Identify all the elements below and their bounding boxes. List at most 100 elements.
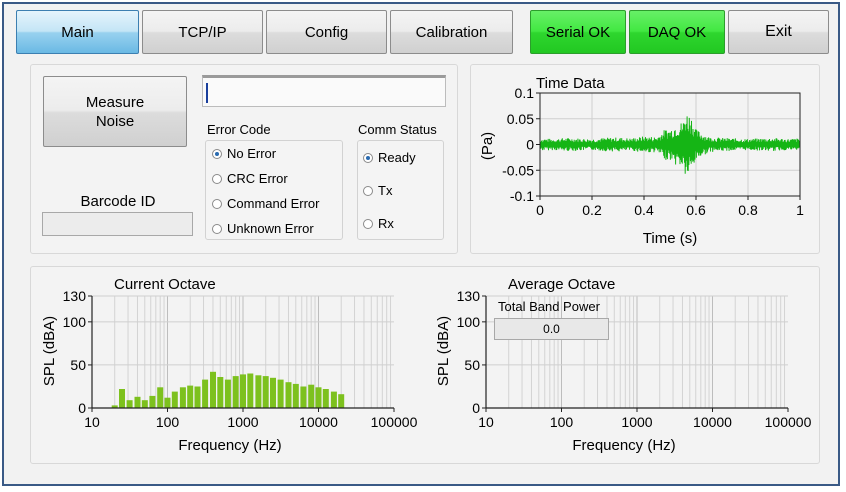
time-data-xtick-label: 0.8 [738, 202, 758, 218]
progress-bar [202, 75, 446, 107]
current-octave-bar [315, 387, 322, 408]
time-data-ytick-label: 0 [526, 137, 534, 153]
comm-status-title: Comm Status [358, 122, 437, 137]
time-data-ytick-label: 0.1 [515, 85, 535, 101]
progress-cursor [206, 83, 208, 103]
current-octave-xtick-label: 100 [156, 414, 180, 430]
tab-main[interactable]: Main [16, 10, 139, 54]
current-octave-bar [292, 383, 299, 408]
average-octave-ytick-label: 130 [457, 288, 481, 304]
radio-no-error-label: No Error [227, 146, 277, 161]
barcode-id-field[interactable] [42, 212, 193, 236]
current-octave-bar [134, 396, 141, 408]
measure-noise-button[interactable]: Measure Noise [43, 76, 187, 147]
time-data-xtick-label: 0.2 [582, 202, 602, 218]
radio-crc-error-label: CRC Error [227, 171, 288, 186]
radio-rx-label: Rx [378, 216, 394, 231]
time-data-title: Time Data [536, 75, 605, 92]
radio-unknown-error[interactable]: Unknown Error [212, 221, 314, 236]
measure-noise-line1: Measure [85, 93, 145, 111]
current-octave-title: Current Octave [114, 276, 216, 293]
radio-ready-dot [363, 152, 373, 163]
average-octave-xtick-label: 10 [478, 414, 494, 430]
current-octave-bar [210, 371, 216, 408]
current-octave-bar [270, 377, 276, 408]
current-octave-bar [262, 376, 269, 408]
octave-charts: Current Octave SPL (dBA) Frequency (Hz) … [41, 276, 812, 454]
time-data-ylabel: (Pa) [479, 132, 496, 160]
current-octave-ytick-label: 130 [63, 288, 87, 304]
time-data-xtick-label: 0.6 [686, 202, 706, 218]
current-octave-bar [179, 387, 186, 408]
radio-command-error[interactable]: Command Error [212, 196, 319, 211]
current-octave-bar [255, 375, 262, 408]
radio-crc-error[interactable]: CRC Error [212, 171, 288, 186]
time-data-xlabel: Time (s) [643, 230, 697, 247]
total-band-power-label: Total Band Power [498, 299, 600, 314]
current-octave-bar [322, 389, 329, 408]
average-octave-ytick-label: 100 [457, 314, 481, 330]
tab-tcp-ip[interactable]: TCP/IP [142, 10, 263, 54]
average-octave-xtick-label: 100 [550, 414, 574, 430]
current-octave-ylabel: SPL (dBA) [41, 316, 58, 386]
radio-unknown-error-dot [212, 223, 222, 234]
daq-status-indicator: DAQ OK [629, 10, 725, 54]
total-band-power-value: 0.0 [543, 322, 560, 336]
radio-unknown-error-label: Unknown Error [227, 221, 314, 236]
radio-command-error-dot [212, 198, 222, 209]
radio-crc-error-dot [212, 173, 222, 184]
current-octave-ytick-label: 50 [70, 357, 86, 373]
measure-noise-line2: Noise [95, 112, 135, 130]
time-data-trace [539, 116, 801, 174]
radio-tx-dot [363, 185, 373, 196]
radio-no-error[interactable]: No Error [212, 146, 276, 161]
radio-ready[interactable]: Ready [363, 150, 416, 165]
time-data-xtick-label: 0.4 [634, 202, 654, 218]
barcode-label: Barcode ID [80, 193, 156, 210]
error-code-title: Error Code [207, 122, 271, 137]
current-octave-bar [194, 386, 201, 408]
current-octave-bar [330, 391, 337, 408]
radio-tx-label: Tx [378, 183, 393, 198]
average-octave-xlabel: Frequency (Hz) [572, 437, 675, 454]
time-data-xtick-label: 1 [796, 202, 804, 218]
exit-button[interactable]: Exit [728, 10, 829, 54]
current-octave-bar [277, 379, 284, 408]
average-octave-xtick-label: 10000 [693, 414, 732, 430]
total-band-power-field: 0.0 [494, 318, 609, 340]
current-octave-bar [149, 395, 156, 408]
current-octave-xtick-label: 10000 [299, 414, 338, 430]
radio-rx[interactable]: Rx [363, 216, 394, 231]
average-octave-ytick-label: 50 [464, 357, 480, 373]
tab-config[interactable]: Config [266, 10, 387, 54]
current-octave-bar [285, 382, 292, 408]
current-octave-bar [187, 385, 194, 408]
radio-rx-dot [363, 218, 373, 229]
time-data-ytick-label: -0.05 [502, 162, 534, 178]
current-octave-ytick-label: 100 [63, 314, 87, 330]
current-octave-bar [141, 400, 148, 408]
current-octave-bar [247, 373, 254, 408]
current-octave-xtick-label: 1000 [227, 414, 258, 430]
current-octave-bar [338, 394, 345, 408]
radio-no-error-dot [212, 148, 222, 159]
time-data-ytick-label: -0.1 [510, 188, 534, 204]
current-octave-bar [157, 387, 164, 408]
current-octave-bar [224, 379, 231, 408]
current-octave-bar [202, 379, 209, 408]
current-octave-bar [217, 377, 224, 408]
current-octave-bar [119, 389, 125, 408]
tab-calibration[interactable]: Calibration [390, 10, 513, 54]
time-data-chart: Time Data (Pa) Time (s) 0 0.2 0.4 0.6 0.8 1 0.… [479, 75, 804, 247]
current-octave-bar [164, 397, 171, 408]
radio-command-error-label: Command Error [227, 196, 320, 211]
current-octave-bar [300, 386, 307, 408]
current-octave-xlabel: Frequency (Hz) [178, 437, 281, 454]
current-octave-bar [240, 374, 246, 408]
average-octave-xtick-label: 100000 [765, 414, 812, 430]
radio-tx[interactable]: Tx [363, 183, 392, 198]
average-octave-xtick-label: 1000 [621, 414, 652, 430]
radio-ready-label: Ready [378, 150, 416, 165]
current-octave-bar [171, 391, 178, 408]
current-octave-xtick-label: 10 [84, 414, 100, 430]
